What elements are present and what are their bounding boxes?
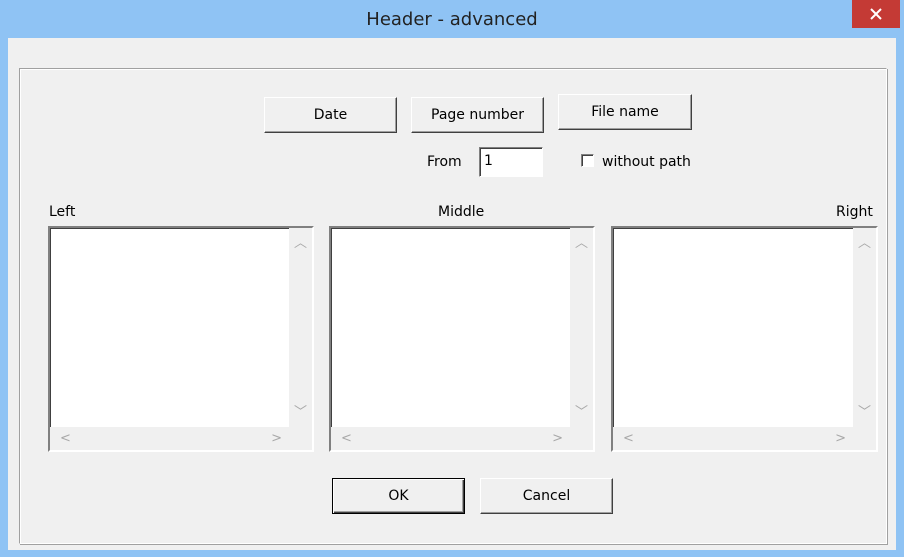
file-name-button[interactable]: File name bbox=[558, 94, 692, 130]
date-button[interactable]: Date bbox=[264, 97, 397, 133]
from-input[interactable]: 1 bbox=[479, 147, 543, 177]
without-path-checkbox[interactable] bbox=[581, 154, 594, 167]
left-horizontal-scrollbar[interactable]: < > bbox=[50, 427, 312, 450]
left-label: Left bbox=[49, 204, 76, 220]
scroll-left-icon[interactable]: < bbox=[60, 432, 71, 445]
close-icon bbox=[870, 8, 882, 20]
scroll-left-icon[interactable]: < bbox=[623, 432, 634, 445]
scroll-down-icon[interactable]: ﹀ bbox=[575, 406, 588, 419]
without-path-label[interactable]: without path bbox=[602, 154, 691, 170]
right-horizontal-scrollbar[interactable]: < > bbox=[613, 427, 876, 450]
right-label: Right bbox=[836, 204, 873, 220]
cancel-button[interactable]: Cancel bbox=[480, 478, 613, 514]
scroll-down-icon[interactable]: ﹀ bbox=[858, 406, 871, 419]
middle-label: Middle bbox=[438, 204, 485, 220]
scroll-right-icon[interactable]: > bbox=[835, 432, 846, 445]
scroll-up-icon[interactable]: ︿ bbox=[858, 237, 871, 250]
scroll-up-icon[interactable]: ︿ bbox=[294, 237, 307, 250]
scroll-left-icon[interactable]: < bbox=[341, 432, 352, 445]
ok-button[interactable]: OK bbox=[332, 478, 465, 514]
scroll-down-icon[interactable]: ﹀ bbox=[294, 406, 307, 419]
window-title: Header - advanced bbox=[366, 9, 538, 30]
scroll-right-icon[interactable]: > bbox=[552, 432, 563, 445]
middle-vertical-scrollbar[interactable]: ︿ ﹀ bbox=[570, 228, 593, 427]
page-number-button[interactable]: Page number bbox=[411, 97, 544, 133]
from-label: From bbox=[427, 154, 462, 170]
title-bar[interactable]: Header - advanced bbox=[0, 0, 904, 38]
middle-horizontal-scrollbar[interactable]: < > bbox=[331, 427, 593, 450]
scroll-right-icon[interactable]: > bbox=[271, 432, 282, 445]
left-textarea[interactable]: ︿ ﹀ < > bbox=[48, 226, 314, 452]
scroll-up-icon[interactable]: ︿ bbox=[575, 237, 588, 250]
close-button[interactable] bbox=[852, 0, 900, 28]
left-vertical-scrollbar[interactable]: ︿ ﹀ bbox=[289, 228, 312, 427]
right-vertical-scrollbar[interactable]: ︿ ﹀ bbox=[853, 228, 876, 427]
middle-textarea[interactable]: ︿ ﹀ < > bbox=[329, 226, 595, 452]
right-textarea[interactable]: ︿ ﹀ < > bbox=[611, 226, 878, 452]
